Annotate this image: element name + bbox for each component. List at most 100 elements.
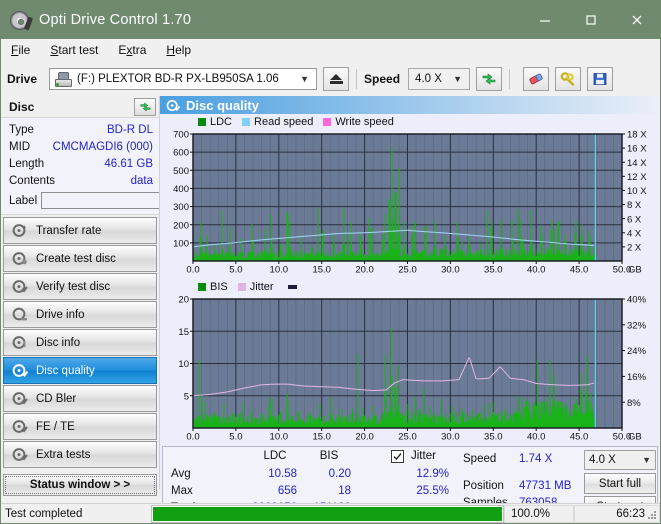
svg-text:0.0: 0.0 bbox=[186, 432, 199, 443]
svg-text:500: 500 bbox=[173, 166, 189, 177]
svg-text:GB: GB bbox=[628, 432, 642, 443]
start-full-button[interactable]: Start full bbox=[584, 473, 656, 494]
test-speed-select[interactable]: 4.0 X ▼ bbox=[584, 450, 656, 470]
sidebar-item-label: Create test disc bbox=[36, 252, 116, 265]
sidebar: Disc Type BD-R DL MID CMCMAGDI6 (000) Le… bbox=[1, 96, 245, 496]
sidebar-item-fe-te[interactable]: FE / TE bbox=[3, 413, 157, 440]
eject-button[interactable] bbox=[323, 67, 350, 91]
refresh-icon bbox=[139, 101, 151, 112]
svg-text:10.0: 10.0 bbox=[270, 265, 289, 276]
svg-text:14 X: 14 X bbox=[627, 158, 647, 169]
jitter-checkbox[interactable] bbox=[391, 450, 404, 463]
chart-bis-jitter[interactable]: 5 10 15 20 8% 16% 24% 32% 40% 0.0 5.0 10.0 15.0 20.0 2… bbox=[160, 294, 660, 444]
refresh-icon bbox=[482, 73, 496, 85]
sidebar-item-transfer-rate[interactable]: Transfer rate bbox=[3, 217, 157, 244]
erase-button[interactable] bbox=[523, 67, 550, 91]
verify-test-disc-icon bbox=[12, 280, 28, 293]
disc-label-row: Label bbox=[9, 191, 245, 210]
stats-avg-ldc: 10.58 bbox=[268, 468, 297, 480]
drive-icon bbox=[55, 71, 73, 87]
floppy-icon bbox=[593, 73, 607, 85]
status-window-button[interactable]: Status window > > bbox=[3, 474, 157, 496]
resize-grip-icon[interactable] bbox=[646, 509, 658, 521]
sidebar-item-create-test-disc[interactable]: Create test disc bbox=[3, 245, 157, 272]
maximize-icon[interactable] bbox=[568, 1, 614, 39]
legend-swatch-write-speed bbox=[323, 117, 332, 126]
stats-avg-jitter: 12.9% bbox=[416, 468, 449, 480]
sidebar-item-extra-tests[interactable]: Extra tests bbox=[3, 441, 157, 468]
toolbar-divider-2 bbox=[509, 69, 511, 89]
drive-label: Drive bbox=[7, 72, 38, 86]
disc-info-row-length: Length 46.61 GB bbox=[9, 155, 153, 172]
speed-select[interactable]: 4.0 X ▼ bbox=[408, 68, 471, 90]
minimize-icon[interactable] bbox=[522, 1, 568, 39]
svg-text:15: 15 bbox=[178, 327, 189, 338]
disc-info: Type BD-R DL MID CMCMAGDI6 (000) Length … bbox=[1, 118, 245, 215]
jitter-label: Jitter bbox=[411, 450, 436, 462]
drive-select[interactable]: (F:) PLEXTOR BD-R PX-LB950SA 1.06 ▼ bbox=[49, 68, 318, 90]
position-stat-value: 47731 MB bbox=[519, 480, 572, 492]
legend-label-read-speed: Read speed bbox=[254, 115, 314, 128]
disc-info-value: CMCMAGDI6 (000) bbox=[52, 140, 153, 153]
transfer-rate-icon bbox=[12, 224, 26, 237]
tools-icon bbox=[560, 72, 575, 86]
test-speed-value: 4.0 X bbox=[589, 454, 616, 466]
svg-text:25.0: 25.0 bbox=[398, 432, 417, 443]
disc-info-value: data bbox=[130, 174, 153, 187]
svg-text:15.0: 15.0 bbox=[312, 432, 331, 443]
sidebar-item-cd-bler[interactable]: CD Bler bbox=[3, 385, 157, 412]
sidebar-item-label: CD Bler bbox=[36, 392, 77, 405]
app-icon bbox=[9, 9, 34, 31]
svg-text:5.0: 5.0 bbox=[229, 432, 242, 443]
legend-label-write-speed: Write speed bbox=[335, 115, 394, 128]
sidebar-item-disc-quality[interactable]: Disc quality bbox=[3, 357, 157, 384]
sidebar-item-drive-info[interactable]: Drive info bbox=[3, 301, 157, 328]
tools-button[interactable] bbox=[555, 67, 582, 91]
svg-text:30.0: 30.0 bbox=[441, 265, 460, 276]
chevron-down-icon: ▼ bbox=[300, 74, 310, 84]
svg-text:8 X: 8 X bbox=[627, 200, 642, 211]
disc-panel-title: Disc bbox=[9, 99, 35, 114]
svg-text:45.0: 45.0 bbox=[570, 432, 589, 443]
speed-stat-label: Speed bbox=[463, 453, 497, 465]
svg-text:600: 600 bbox=[173, 148, 189, 159]
stats-col-ldc: LDC bbox=[263, 450, 287, 462]
cd-bler-icon bbox=[12, 392, 28, 405]
sidebar-item-label: Extra tests bbox=[36, 448, 91, 461]
svg-text:5: 5 bbox=[184, 391, 189, 402]
svg-text:6 X: 6 X bbox=[627, 214, 642, 225]
disc-info-key: Contents bbox=[9, 174, 56, 187]
disc-info-row-type: Type BD-R DL bbox=[9, 121, 153, 138]
fe-te-icon bbox=[12, 420, 28, 433]
svg-text:200: 200 bbox=[173, 220, 189, 231]
refresh-disc-button[interactable] bbox=[134, 97, 156, 116]
close-icon[interactable] bbox=[614, 1, 660, 39]
sidebar-item-label: Disc quality bbox=[36, 364, 95, 377]
svg-text:10 X: 10 X bbox=[627, 186, 647, 197]
sidebar-item-disc-info[interactable]: Disc info bbox=[3, 329, 157, 356]
svg-text:400: 400 bbox=[173, 184, 189, 195]
progress-percent: 100.0% bbox=[504, 504, 574, 523]
sidebar-item-label: Disc info bbox=[36, 336, 81, 349]
svg-text:300: 300 bbox=[173, 202, 189, 213]
svg-text:8%: 8% bbox=[627, 398, 641, 409]
svg-text:18 X: 18 X bbox=[627, 130, 647, 141]
menu-start-test[interactable]: Start test bbox=[50, 43, 98, 57]
sidebar-item-label: Verify test disc bbox=[36, 280, 111, 293]
drive-info-icon bbox=[12, 307, 27, 321]
chart-ldc-readspeed[interactable]: 100 200 300 400 500 600 700 2 X 4 X 6 X 8 X 10 X 12 … bbox=[160, 129, 660, 277]
disc-info-key: MID bbox=[9, 140, 31, 153]
menu-file[interactable]: File bbox=[11, 43, 30, 57]
save-button[interactable] bbox=[587, 67, 614, 91]
svg-text:4 X: 4 X bbox=[627, 228, 642, 239]
svg-text:12 X: 12 X bbox=[627, 172, 647, 183]
refresh-button[interactable] bbox=[476, 67, 503, 91]
create-test-disc-icon bbox=[12, 252, 27, 265]
sidebar-item-verify-test-disc[interactable]: Verify test disc bbox=[3, 273, 157, 300]
menu-help[interactable]: Help bbox=[166, 43, 191, 57]
drive-select-value: (F:) PLEXTOR BD-R PX-LB950SA 1.06 bbox=[77, 73, 279, 85]
menu-extra[interactable]: Extra bbox=[118, 43, 146, 57]
check-icon bbox=[393, 453, 402, 460]
svg-text:0.0: 0.0 bbox=[186, 265, 199, 276]
svg-text:15.0: 15.0 bbox=[312, 265, 331, 276]
